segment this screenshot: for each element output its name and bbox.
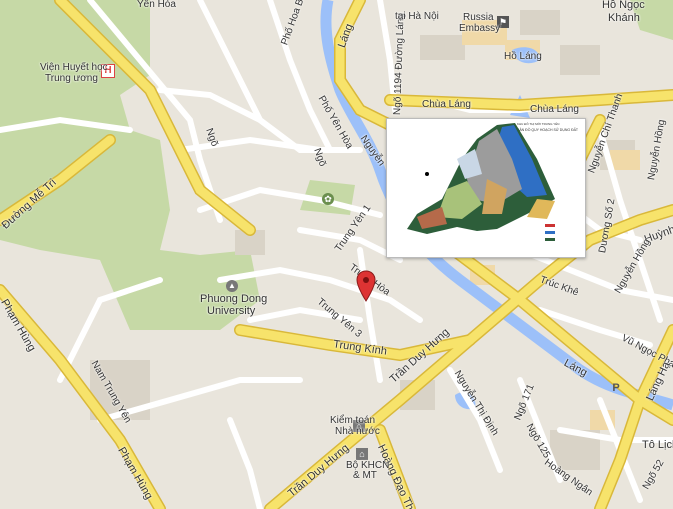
- location-pin-icon[interactable]: [356, 270, 376, 302]
- master-plan-drawing: KHU ĐÔ THỊ MỚI TRUNG YÊN BẢN ĐỒ QUY HOẠC…: [387, 119, 585, 257]
- label-ho-ngoc: Hồ Ngọc: [602, 0, 645, 11]
- parking-icon[interactable]: P: [610, 382, 622, 394]
- label-university: University: [207, 305, 256, 317]
- inset-title-2: BẢN ĐỒ QUY HOẠCH SỬ DỤNG ĐẤT: [517, 127, 579, 132]
- label-embassy: Embassy: [459, 23, 501, 34]
- map-view[interactable]: H ✿ ▲ ⚑ ⌂ ⌂ P Yên Hòa Phố Hoa Bằng Láng …: [0, 0, 673, 509]
- inset-title-1: KHU ĐÔ THỊ MỚI TRUNG YÊN: [517, 121, 559, 126]
- label-yen-hoa: Yên Hòa: [137, 0, 176, 10]
- label-chua-lang-1: Chùa Láng: [422, 99, 471, 110]
- label-vien-huyet-hoc: Viện Huyết học: [40, 62, 108, 73]
- label-mt: & MT: [353, 470, 377, 481]
- label-ho-lang: Hồ Láng: [504, 51, 542, 62]
- label-nha-nuoc: Nhà nước: [335, 426, 380, 437]
- label-russia: Russia: [463, 12, 494, 23]
- label-chua-lang-2: Chùa Láng: [530, 104, 579, 115]
- label-to-lich: Tô Lịch: [642, 439, 673, 451]
- master-plan-inset[interactable]: KHU ĐÔ THỊ MỚI TRUNG YÊN BẢN ĐỒ QUY HOẠC…: [386, 118, 586, 258]
- label-trung-uong: Trung ương: [45, 73, 98, 84]
- university-icon[interactable]: ▲: [226, 280, 238, 292]
- label-kiem-toan: Kiểm toán: [330, 415, 376, 426]
- label-phuong-dong: Phuong Dong: [200, 293, 268, 305]
- label-khanh: Khánh: [608, 12, 640, 24]
- park-icon[interactable]: ✿: [322, 193, 334, 205]
- ministry-building-icon[interactable]: ⌂: [356, 448, 368, 460]
- label-tai-ha-noi: tại Hà Nội: [395, 11, 439, 22]
